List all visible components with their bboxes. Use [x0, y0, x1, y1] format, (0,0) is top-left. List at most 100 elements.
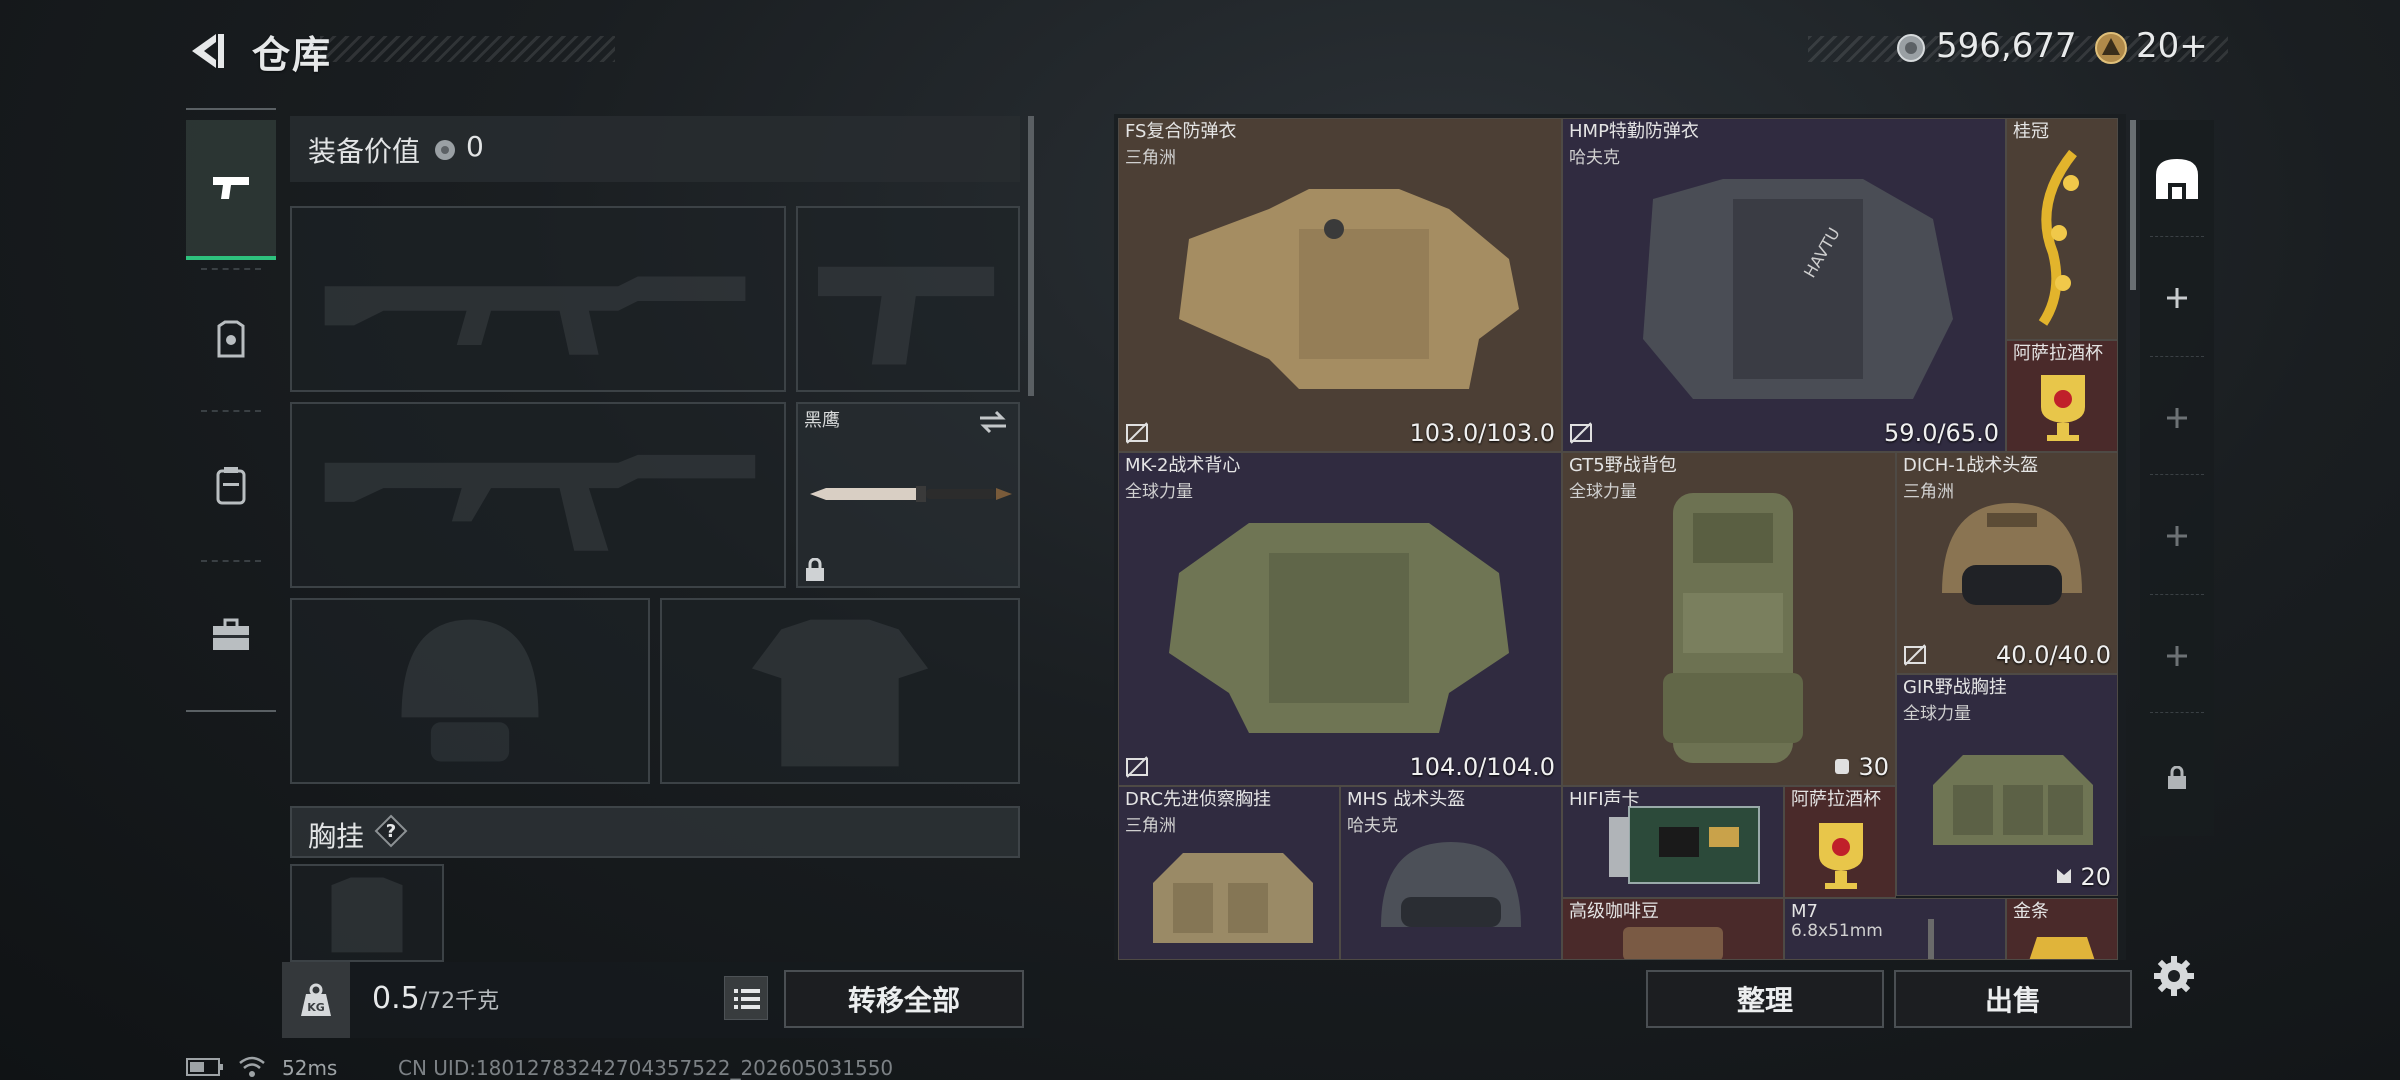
transfer-all-button[interactable]: 转移全部: [784, 970, 1024, 1028]
swap-icon[interactable]: [978, 410, 1008, 434]
storage-scrollbar[interactable]: [2130, 120, 2136, 290]
item-name: MHS 战术头盔: [1347, 789, 1466, 810]
item-faction: 哈夫克: [1569, 148, 1620, 168]
goblet-icon: [2041, 375, 2085, 441]
coin-amount: 596,677: [1936, 26, 2077, 66]
chest-rig-slot[interactable]: [290, 864, 444, 962]
helmet-silhouette-icon: [401, 619, 539, 762]
primary-weapon-slot[interactable]: [290, 206, 786, 392]
ping-readout: 52ms: [282, 1056, 338, 1080]
item-durability: 40.0/40.0: [1996, 641, 2111, 669]
melee-name: 黑鹰: [804, 410, 840, 431]
item-caliber: 6.8x51mm: [1791, 921, 1883, 941]
storage-grid: FS复合防弹衣 三角洲 103.0/103.0 HAVTU HMP特勤防弹衣 哈…: [1118, 118, 2120, 960]
storage-item[interactable]: DICH-1战术头盔 三角洲 40.0/40.0: [1896, 452, 2118, 674]
item-faction: 三角洲: [1903, 482, 1954, 502]
weight-icon: KG: [301, 983, 331, 1016]
no-drop-icon: [1126, 422, 1148, 444]
organize-button[interactable]: 整理: [1646, 970, 1884, 1028]
battery-icon: [186, 1058, 223, 1076]
armor-slot[interactable]: [660, 598, 1020, 784]
melee-slot[interactable]: 黑鹰: [796, 402, 1020, 588]
item-faction: 三角洲: [1125, 148, 1176, 168]
locked-storage-tab[interactable]: [2140, 728, 2214, 828]
equipment-value-label: 装备价值: [308, 135, 421, 168]
weight-readout: 0.5/72千克: [372, 981, 499, 1016]
item-name: FS复合防弹衣: [1125, 121, 1237, 142]
back-arrow-icon[interactable]: [186, 30, 228, 72]
item-name: 阿萨拉酒杯: [1791, 789, 1881, 810]
tab-backpack[interactable]: [186, 415, 276, 555]
storage-item[interactable]: DRC先进侦察胸挂 三角洲: [1118, 786, 1340, 960]
helmet-slot[interactable]: [290, 598, 650, 784]
briefcase-icon: [213, 618, 249, 650]
item-durability: 103.0/103.0: [1409, 419, 1556, 447]
bond-icon: [2095, 32, 2127, 64]
item-name: DRC先进侦察胸挂: [1125, 789, 1272, 810]
item-faction: 全球力量: [1125, 482, 1193, 502]
weight-max: /72千克: [419, 989, 500, 1014]
warehouse-icon: [2156, 159, 2198, 199]
user-id: CN UID:18012783242704357522_202605031550: [398, 1056, 894, 1080]
help-mark: ?: [386, 821, 396, 842]
chest-rig-icon: [1933, 755, 2093, 845]
add-storage-tab-button[interactable]: [2140, 248, 2214, 348]
rifle-silhouette-icon: [324, 454, 756, 551]
item-name: 桂冠: [2013, 121, 2049, 142]
storage-item[interactable]: FS复合防弹衣 三角洲 103.0/103.0: [1118, 118, 1562, 452]
item-name: 高级咖啡豆: [1569, 901, 1659, 922]
item-name: DICH-1战术头盔: [1903, 455, 2039, 476]
plus-icon: [2167, 288, 2187, 308]
storage-item[interactable]: 阿萨拉酒杯: [1784, 786, 1896, 898]
coin-icon: [435, 140, 455, 160]
storage-item[interactable]: 高级咖啡豆: [1562, 898, 1784, 960]
storage-item[interactable]: GT5野战背包 全球力量 30: [1562, 452, 1896, 786]
bond-count: 20: [2136, 26, 2180, 66]
storage-item[interactable]: 桂冠: [2006, 118, 2118, 340]
add-bond-button[interactable]: +: [2179, 26, 2208, 66]
gear-icon[interactable]: [2152, 954, 2196, 998]
item-durability: 59.0/65.0: [1884, 419, 1999, 447]
secondary-weapon-slot[interactable]: [290, 402, 786, 588]
knife-icon: [810, 486, 1012, 502]
add-storage-tab-button[interactable]: [2140, 606, 2214, 706]
backpack-icon: [1663, 493, 1803, 763]
item-name: GT5野战背包: [1569, 455, 1677, 476]
storage-item[interactable]: M7 6.8x51mm: [1784, 898, 2006, 960]
storage-item[interactable]: HIFI声卡: [1562, 786, 1784, 898]
storage-item[interactable]: GIR野战胸挂 全球力量 20: [1896, 674, 2118, 896]
tab-case[interactable]: [186, 565, 276, 705]
item-faction: 哈夫克: [1347, 816, 1398, 836]
item-name: 阿萨拉酒杯: [2013, 343, 2103, 364]
equipment-scrollbar[interactable]: [1028, 116, 1034, 396]
item-faction: 三角洲: [1125, 816, 1176, 836]
item-name: GIR野战胸挂: [1903, 677, 2007, 698]
list-view-button[interactable]: [724, 976, 768, 1020]
no-drop-icon: [1904, 644, 1926, 666]
storage-tab-home[interactable]: [2140, 128, 2214, 228]
body-armor-icon: HAVTU: [1643, 179, 1953, 399]
chest-rig-icon: [1153, 853, 1313, 943]
lock-icon: [2168, 766, 2186, 789]
sidearm-slot[interactable]: [796, 206, 1020, 392]
vest-silhouette-icon: [751, 619, 929, 767]
weight-current: 0.5: [372, 981, 420, 1016]
backpack-capacity-icon: [1834, 759, 1849, 774]
storage-item[interactable]: MK-2战术背心 全球力量 104.0/104.0: [1118, 452, 1562, 786]
sell-button[interactable]: 出售: [1894, 970, 2132, 1028]
coin-icon: [1897, 34, 1925, 62]
add-storage-tab-button[interactable]: [2140, 368, 2214, 468]
storage-item[interactable]: 阿萨拉酒杯: [2006, 340, 2118, 452]
storage-item[interactable]: MHS 战术头盔 哈夫克: [1340, 786, 1562, 960]
tab-gear[interactable]: [186, 270, 276, 410]
svg-text:KG: KG: [307, 1001, 325, 1014]
wifi-icon: [239, 1056, 265, 1077]
lock-icon: [806, 558, 824, 581]
item-capacity-value: 30: [1858, 753, 1889, 781]
help-icon[interactable]: ?: [374, 814, 408, 848]
storage-item[interactable]: 金条: [2006, 898, 2118, 960]
storage-item[interactable]: HAVTU HMP特勤防弹衣 哈夫克 59.0/65.0: [1562, 118, 2006, 452]
bond-amount[interactable]: 20+: [2136, 26, 2208, 66]
tab-weapons[interactable]: [186, 120, 276, 260]
add-storage-tab-button[interactable]: [2140, 486, 2214, 586]
